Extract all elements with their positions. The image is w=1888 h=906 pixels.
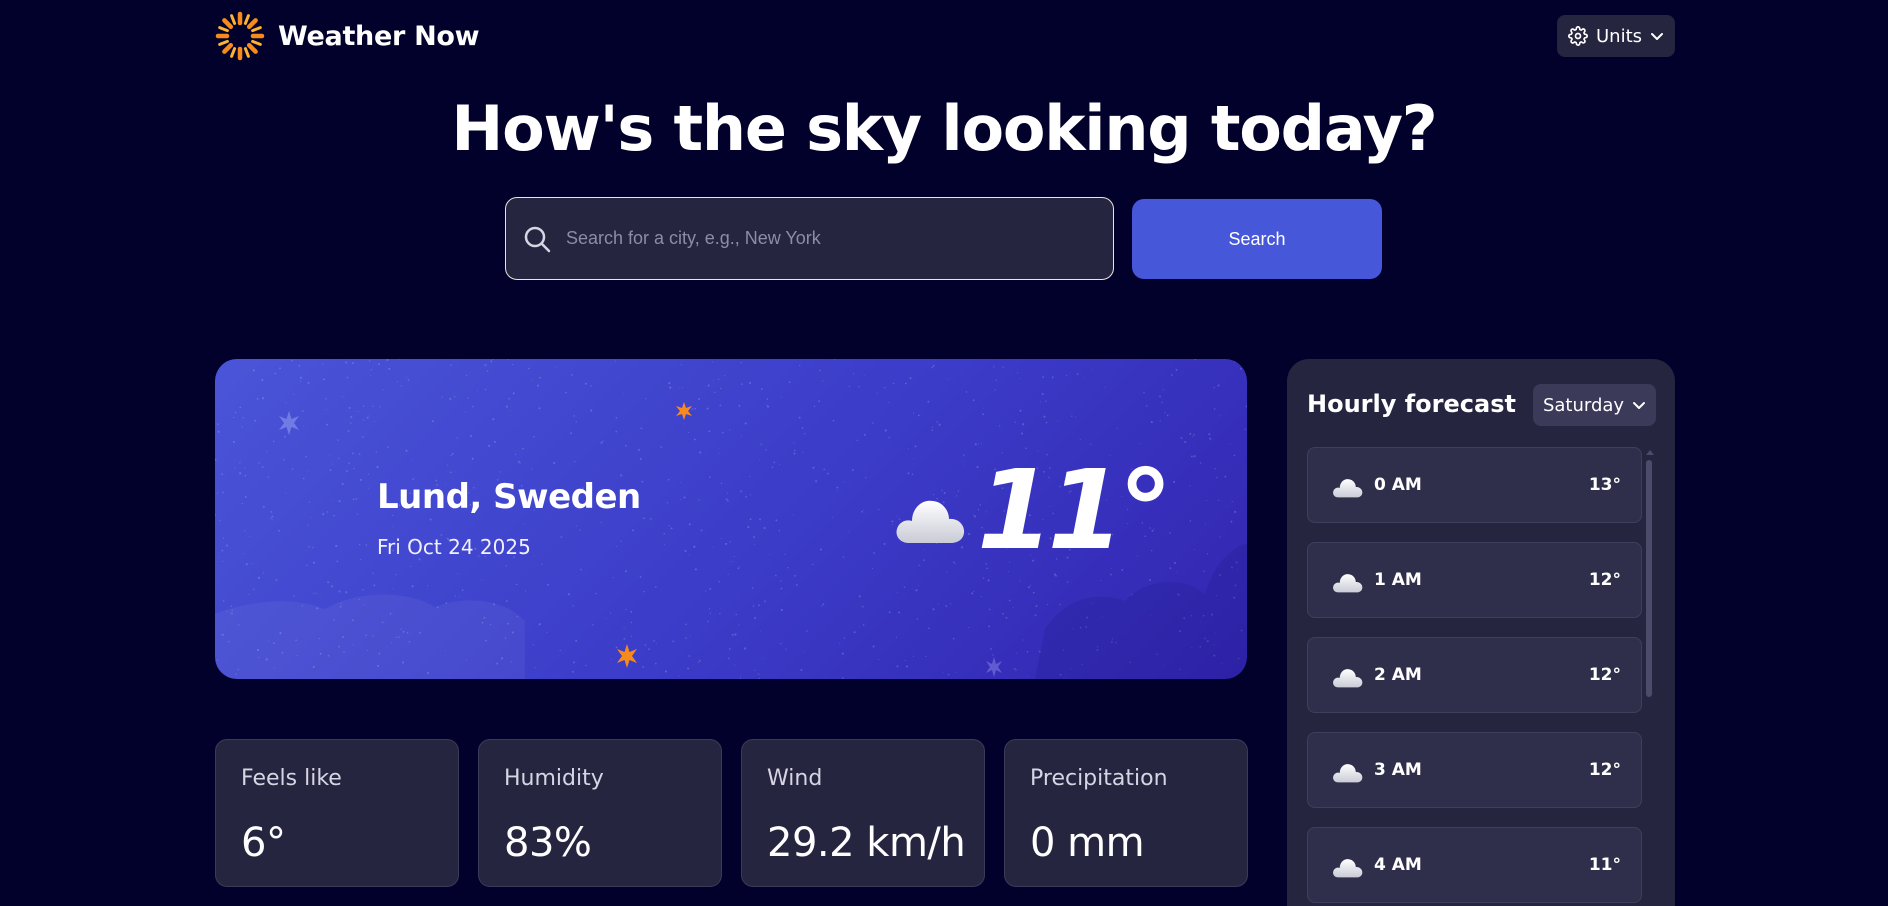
search-button[interactable]: Search [1132,199,1382,279]
stat-card-wind: Wind 29.2 km/h [741,739,985,887]
sparkle-star-orange [676,402,692,420]
search-icon [524,226,551,252]
sparkle-star-orange [617,644,637,668]
hourly-forecast-panel: Hourly forecast Saturday 0 AM 13° 1 AM 1… [1287,359,1675,906]
hourly-time: 1 AM [1374,570,1422,590]
hourly-time: 3 AM [1374,760,1422,780]
hourly-temp: 12° [1588,760,1621,780]
hourly-temp: 13° [1588,475,1621,495]
current-weather-card: Lund, Sweden Fri Oct 24 2025 11° [215,359,1247,679]
hourly-row: 0 AM 13° [1307,447,1642,523]
day-select-dropdown[interactable]: Saturday [1533,384,1656,426]
day-select-label: Saturday [1542,394,1625,416]
chevron-down-icon [1633,402,1646,409]
cloud-icon [1333,859,1363,878]
units-dropdown-button[interactable]: Units [1557,15,1675,57]
stat-value: 6° [241,820,286,866]
stat-card-humidity: Humidity 83% [478,739,722,887]
chevron-down-icon [1651,33,1664,40]
stat-label: Wind [767,766,823,791]
cloud-icon [896,500,965,543]
stat-label: Humidity [504,766,604,791]
hourly-row: 1 AM 12° [1307,542,1642,618]
hourly-row: 3 AM 12° [1307,732,1642,808]
hourly-temp: 12° [1588,665,1621,685]
sparkle-star-faint [986,657,1002,677]
cloud-icon [1333,764,1363,783]
stat-label: Feels like [241,766,342,791]
hourly-time: 2 AM [1374,665,1422,685]
scroll-up-arrow-icon[interactable] [1646,450,1654,455]
hourly-time: 0 AM [1374,475,1422,495]
cloud-icon [1333,574,1363,593]
hourly-time: 4 AM [1374,855,1422,875]
search-field[interactable] [505,197,1114,280]
stat-value: 29.2 km/h [767,820,966,866]
stat-value: 0 mm [1030,820,1145,866]
hourly-temp: 11° [1588,855,1621,875]
stat-card-feels-like: Feels like 6° [215,739,459,887]
hourly-row: 4 AM 11° [1307,827,1642,903]
search-input[interactable] [566,228,1086,249]
hourly-temp: 12° [1588,570,1621,590]
stat-label: Precipitation [1030,766,1168,791]
sparkle-star-faint [279,411,299,435]
page-headline: How's the sky looking today? [451,92,1437,165]
cloud-icon [1333,479,1363,498]
gear-icon [1568,26,1588,46]
stat-card-precipitation: Precipitation 0 mm [1004,739,1248,887]
current-date: Fri Oct 24 2025 [377,535,531,559]
hourly-scrollbar-thumb[interactable] [1646,460,1652,697]
app-name: Weather Now [278,20,480,52]
location-name: Lund, Sweden [377,477,641,517]
current-temperature: 11° [977,446,1173,574]
hourly-row: 2 AM 12° [1307,637,1642,713]
stat-value: 83% [504,820,592,866]
sun-logo-icon [215,11,265,61]
cloud-icon [1333,669,1363,688]
hourly-forecast-title: Hourly forecast [1307,390,1516,418]
app-logo[interactable]: Weather Now [214,10,480,62]
units-label: Units [1595,25,1643,47]
